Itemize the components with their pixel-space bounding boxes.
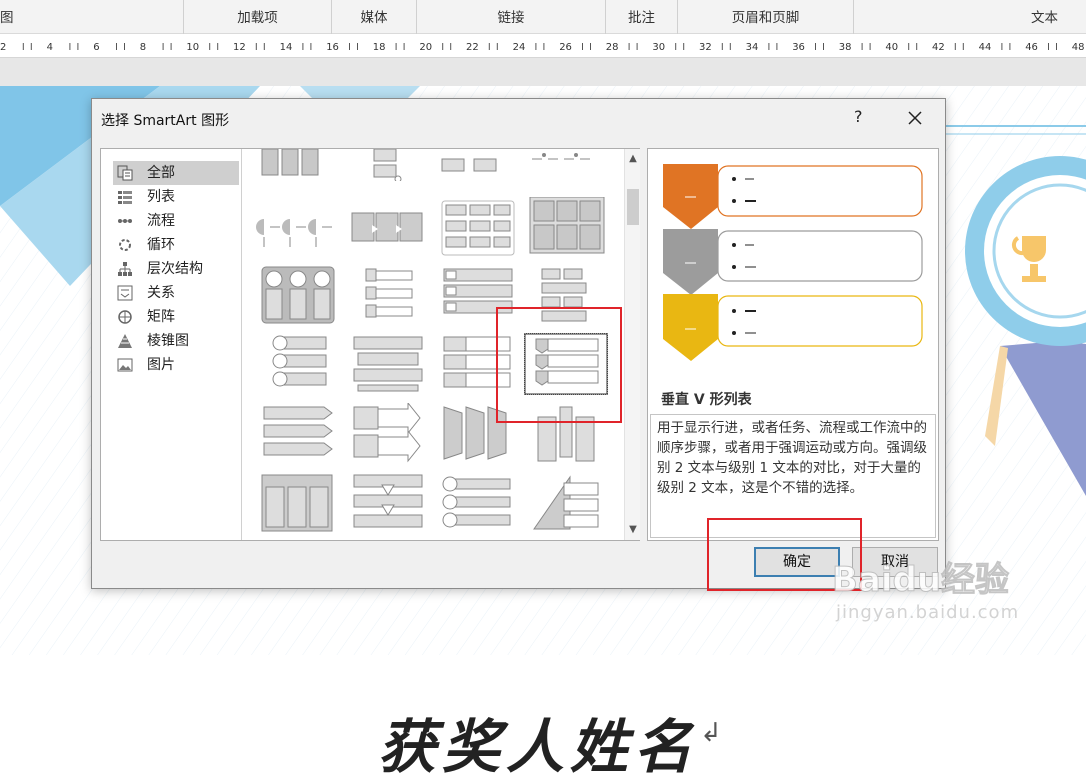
cycle-icon xyxy=(119,239,131,251)
layout-tile[interactable] xyxy=(254,197,338,259)
preview-item-3 xyxy=(663,294,923,361)
category-picture[interactable]: 图片 xyxy=(113,353,239,377)
horizontal-ruler[interactable]: 2 4 6 8 10 12 14 16 18 20 22 24 26 28 30 32 34 36 38 40 42 44… xyxy=(0,34,1086,58)
ruler-mark-label: 26 xyxy=(559,42,572,53)
ruler-mark-label: 48 xyxy=(1072,42,1085,53)
ruler-mark-label: 40 xyxy=(885,42,898,53)
category-relationship[interactable]: 关系 xyxy=(113,281,239,305)
ruler-mark-label: 36 xyxy=(792,42,805,53)
category-label: 矩阵 xyxy=(147,309,175,325)
ruler-mark-label: 10 xyxy=(186,42,199,53)
watermark-brand: Baidu经验 xyxy=(831,560,1010,601)
ruler-mark-label: 32 xyxy=(699,42,712,53)
highlight-box-selected-layout xyxy=(496,307,622,423)
layout-tile[interactable] xyxy=(434,473,518,535)
chevron-list-preview-image xyxy=(663,164,923,361)
preview-item-1 xyxy=(663,164,923,229)
layout-tile[interactable] xyxy=(434,149,518,181)
ruler-gap xyxy=(0,58,1086,86)
ruler-mark-label: 44 xyxy=(979,42,992,53)
ruler-mark-label: 22 xyxy=(466,42,479,53)
gallery-scrollbar[interactable]: ▲ ▼ xyxy=(624,149,640,540)
category-cycle[interactable]: 循环 xyxy=(113,233,239,257)
category-matrix[interactable]: 矩阵 xyxy=(113,305,239,329)
category-label: 层次结构 xyxy=(147,261,203,277)
ruler-mark-label: 12 xyxy=(233,42,246,53)
chevron-up-icon[interactable]: ▲ xyxy=(625,151,641,167)
layout-tile[interactable] xyxy=(344,149,428,181)
layout-tile[interactable] xyxy=(254,265,338,327)
ribbon-group-comments: 批注 xyxy=(606,0,678,34)
category-label: 图片 xyxy=(147,357,175,373)
category-pyramid[interactable]: 棱锥图 xyxy=(113,329,239,353)
ruler-mark-label: 42 xyxy=(932,42,945,53)
category-all[interactable]: 全部 xyxy=(113,161,239,185)
ruler-mark-label: 24 xyxy=(513,42,526,53)
category-label: 关系 xyxy=(147,285,175,301)
ruler-mark-label: 46 xyxy=(1025,42,1038,53)
layout-tile[interactable] xyxy=(524,197,608,259)
ruler-mark-label: 38 xyxy=(839,42,852,53)
matrix-icon xyxy=(118,310,132,324)
layout-tile[interactable] xyxy=(254,333,338,395)
layout-tile[interactable] xyxy=(344,197,428,259)
scroll-thumb[interactable] xyxy=(627,189,639,225)
layout-tile[interactable] xyxy=(344,473,428,535)
layout-tile[interactable] xyxy=(344,403,428,465)
layout-name: 垂直 V 形列表 xyxy=(661,392,752,408)
ruler-mark-label: 34 xyxy=(746,42,759,53)
picture-icon xyxy=(117,358,133,372)
dialog-title: 选择 SmartArt 图形 xyxy=(101,113,230,129)
category-label: 全部 xyxy=(147,165,175,181)
relationship-icon xyxy=(117,285,133,301)
ruler-mark-label: 18 xyxy=(373,42,386,53)
layout-tile[interactable] xyxy=(254,403,338,465)
pyramid-icon xyxy=(118,334,132,348)
help-button[interactable]: ? xyxy=(854,107,863,126)
category-process[interactable]: 流程 xyxy=(113,209,239,233)
category-label: 棱锥图 xyxy=(147,333,189,349)
ruler-mark-label: 2 xyxy=(0,42,6,53)
hierarchy-icon xyxy=(118,262,132,276)
layout-preview: 垂直 V 形列表 用于显示行进，或者任务、流程或工作流中的顺序步骤，或者用于强调… xyxy=(647,148,939,541)
ruler-mark-label: 28 xyxy=(606,42,619,53)
ribbon-group-header-footer: 页眉和页脚 xyxy=(678,0,854,34)
layout-tile[interactable] xyxy=(254,473,338,535)
preview-item-2 xyxy=(663,229,923,295)
layout-tile[interactable] xyxy=(254,149,338,181)
category-label: 列表 xyxy=(147,189,175,205)
chevron-down-icon[interactable]: ▼ xyxy=(625,522,641,538)
ribbon-group-media: 媒体 xyxy=(332,0,417,34)
paragraph-mark: ↲ xyxy=(700,718,722,748)
process-icon xyxy=(118,219,132,223)
layout-tile[interactable] xyxy=(344,333,428,395)
baidu-watermark: Baidu经验 jingyan.baidu.com xyxy=(831,538,1032,638)
document-title-text: 获奖人姓名 xyxy=(378,713,699,781)
ribbon-group-text: 文本 xyxy=(1031,10,1058,26)
ruler-mark-label: 8 xyxy=(140,42,146,53)
all-layouts-icon xyxy=(117,165,133,181)
ruler-mark-label: 4 xyxy=(47,42,53,53)
ruler-mark-label: 6 xyxy=(93,42,99,53)
ruler-mark-label: 20 xyxy=(419,42,432,53)
ruler-mark-label: 16 xyxy=(326,42,339,53)
category-label: 循环 xyxy=(147,237,175,253)
ribbon-group-links: 链接 xyxy=(417,0,606,34)
category-label: 流程 xyxy=(147,213,175,229)
layout-tile[interactable] xyxy=(524,149,608,181)
list-icon xyxy=(118,191,132,204)
close-icon[interactable] xyxy=(904,107,926,129)
category-list: 全部 列表 流程 循环 层次结构 关系 矩阵 棱锥图 图片 xyxy=(113,161,239,377)
ruler-mark-label: 30 xyxy=(652,42,665,53)
ribbon-bar: 图 加载项 媒体 链接 批注 页眉和页脚 文本 xyxy=(0,0,1086,34)
ribbon-group-addins: 加载项 xyxy=(184,0,332,34)
category-list-layouts[interactable]: 列表 xyxy=(113,185,239,209)
layout-tile[interactable] xyxy=(344,265,428,327)
watermark-url: jingyan.baidu.com xyxy=(836,602,1020,623)
layout-tile[interactable] xyxy=(524,473,608,535)
ruler-mark-label: 14 xyxy=(280,42,293,53)
ribbon-group-illustrations: 图 xyxy=(0,0,184,34)
category-hierarchy[interactable]: 层次结构 xyxy=(113,257,239,281)
layout-tile[interactable] xyxy=(434,197,518,259)
